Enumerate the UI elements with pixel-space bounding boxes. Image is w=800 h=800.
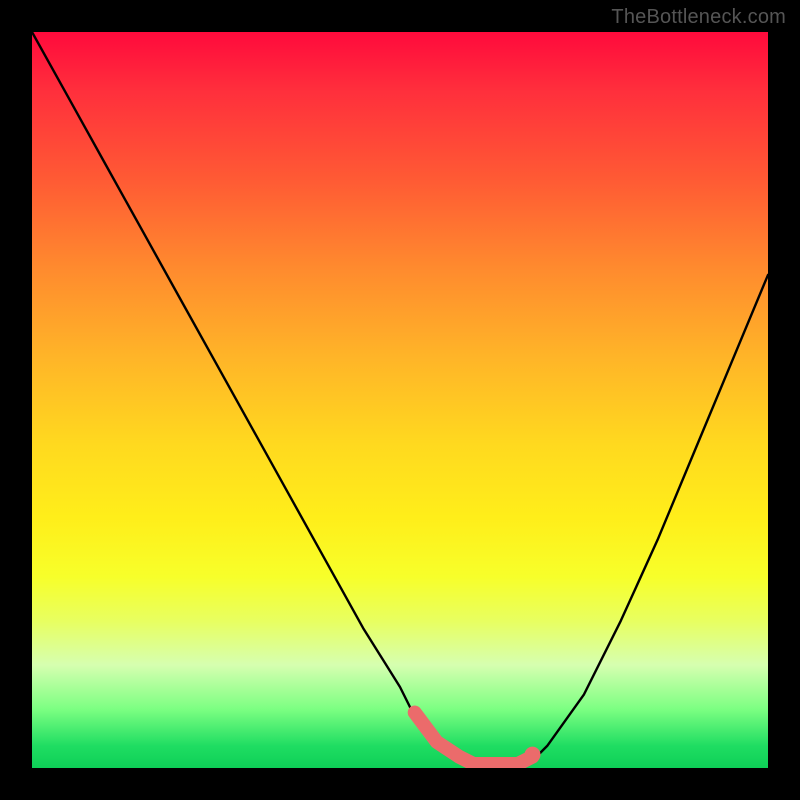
chart-frame: TheBottleneck.com: [0, 0, 800, 800]
bottleneck-v-curve: [32, 32, 768, 768]
watermark-text: TheBottleneck.com: [611, 6, 786, 29]
valley-marker: [415, 713, 533, 765]
bottleneck-curve-layer: [32, 32, 768, 768]
valley-end-dot: [525, 747, 541, 763]
